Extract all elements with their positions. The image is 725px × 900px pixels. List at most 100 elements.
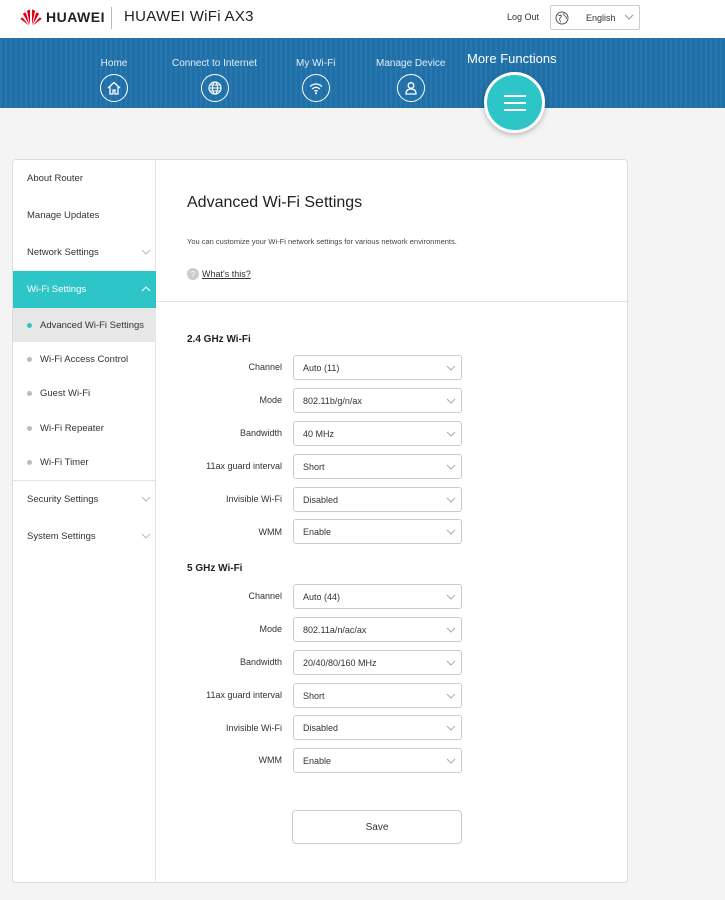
chevron-down-icon	[446, 497, 456, 503]
sidebar-item-label: Manage Updates	[27, 210, 100, 221]
bullet-dot	[27, 357, 32, 362]
label-24-mode: Mode	[259, 395, 282, 405]
select-5-invisible-wifi[interactable]: Disabled	[293, 715, 462, 740]
label-5-channel: Channel	[248, 591, 282, 601]
label-5-wmm: WMM	[258, 755, 283, 765]
sidebar-item-label: About Router	[27, 173, 83, 184]
sidebar-subitem-label: Guest Wi-Fi	[40, 387, 91, 399]
select-value: Disabled	[303, 722, 339, 733]
select-value: Short	[303, 690, 325, 701]
language-select[interactable]: English	[550, 5, 640, 30]
select-5-channel[interactable]: Auto (44)	[293, 584, 462, 609]
sidebar-subitem-label: Wi-Fi Repeater	[40, 422, 104, 434]
nav-device-label: Manage Device	[376, 58, 446, 69]
save-button[interactable]: Save	[292, 810, 462, 844]
sidebar-item-label: Security Settings	[27, 494, 99, 505]
select-value: 40 MHz	[303, 428, 335, 439]
section-title-5ghz: 5 GHz Wi-Fi	[187, 563, 243, 574]
more-functions-button[interactable]	[484, 72, 545, 133]
select-5-wmm[interactable]: Enable	[293, 748, 462, 773]
huawei-logo: HUAWEI	[20, 8, 105, 26]
settings-card: About Router Manage Updates Network Sett…	[12, 159, 628, 883]
nav-connect-internet[interactable]: Connect to Internet	[172, 58, 257, 102]
sidebar-item-about-router[interactable]: About Router	[13, 160, 156, 197]
select-value: Short	[303, 461, 325, 472]
label-5-invisible-wifi: Invisible Wi-Fi	[225, 723, 282, 733]
chevron-down-icon	[446, 627, 456, 633]
sidebar-subitem-advanced-wifi[interactable]: Advanced Wi-Fi Settings	[13, 308, 156, 342]
user-icon	[396, 74, 425, 102]
select-value: 802.11a/n/ac/ax	[303, 624, 367, 635]
main-nav: Home Connect to Internet My Wi-Fi Manage…	[0, 38, 725, 108]
chevron-down-icon	[446, 758, 456, 764]
select-value: Auto (44)	[303, 591, 341, 602]
sidebar-item-manage-updates[interactable]: Manage Updates	[13, 197, 156, 234]
chevron-down-icon	[446, 693, 456, 699]
content-divider	[156, 301, 627, 302]
chevron-up-icon	[141, 286, 151, 292]
sidebar-subitem-wifi-repeater[interactable]: Wi-Fi Repeater	[13, 411, 156, 445]
bullet-dot	[27, 426, 32, 431]
product-name: HUAWEI WiFi AX3	[124, 8, 254, 25]
top-bar: HUAWEI HUAWEI WiFi AX3 Log Out English	[0, 0, 725, 38]
bullet-dot	[27, 460, 32, 465]
label-24-guard-interval: 11ax guard interval	[206, 461, 282, 471]
nav-connect-label: Connect to Internet	[172, 58, 258, 69]
sidebar-subitem-wifi-timer[interactable]: Wi-Fi Timer	[13, 445, 156, 479]
select-value: Disabled	[303, 494, 339, 505]
select-24-bandwidth[interactable]: 40 MHz	[293, 421, 462, 446]
nav-wifi-label: My Wi-Fi	[296, 58, 336, 69]
nav-my-wifi[interactable]: My Wi-Fi	[296, 58, 335, 102]
chevron-down-icon	[446, 431, 456, 437]
sidebar-item-security-settings[interactable]: Security Settings	[13, 481, 156, 518]
sidebar-item-label: System Settings	[27, 531, 96, 542]
chevron-down-icon	[624, 14, 634, 20]
label-24-invisible-wifi: Invisible Wi-Fi	[225, 494, 282, 504]
language-label: English	[586, 12, 616, 23]
select-24-channel[interactable]: Auto (11)	[293, 355, 462, 380]
select-5-guard-interval[interactable]: Short	[293, 683, 462, 708]
select-5-mode[interactable]: 802.11a/n/ac/ax	[293, 617, 462, 642]
chevron-down-icon	[446, 529, 456, 535]
select-value: Enable	[303, 526, 332, 537]
sidebar-subitem-guest-wifi[interactable]: Guest Wi-Fi	[13, 376, 156, 410]
chevron-down-icon	[446, 464, 456, 470]
label-24-bandwidth: Bandwidth	[239, 428, 282, 438]
page-description: You can customize your Wi-Fi network set…	[187, 237, 457, 246]
chevron-down-icon	[446, 660, 456, 666]
chevron-down-icon	[446, 398, 456, 404]
main-content: Advanced Wi-Fi Settings You can customiz…	[156, 160, 627, 882]
label-5-guard-interval: 11ax guard interval	[206, 690, 282, 700]
select-24-invisible-wifi[interactable]: Disabled	[293, 487, 462, 512]
chevron-down-icon	[446, 594, 456, 600]
chevron-down-icon	[141, 496, 151, 502]
chevron-down-icon	[446, 365, 456, 371]
chevron-down-icon	[141, 249, 151, 255]
logout-link[interactable]: Log Out	[507, 12, 539, 22]
huawei-flower-icon	[20, 9, 42, 26]
more-functions-label: More Functions	[467, 51, 557, 66]
sidebar-item-system-settings[interactable]: System Settings	[13, 518, 156, 555]
sidebar-item-label: Network Settings	[27, 247, 99, 258]
nav-manage-device[interactable]: Manage Device	[376, 58, 445, 102]
help-icon: ?	[187, 268, 199, 280]
whats-this-link[interactable]: ? What's this?	[187, 268, 251, 280]
sidebar-subitem-wifi-access-control[interactable]: Wi-Fi Access Control	[13, 342, 156, 376]
sidebar-subitem-label: Wi-Fi Access Control	[40, 353, 129, 365]
sidebar-item-network-settings[interactable]: Network Settings	[13, 234, 156, 271]
select-24-wmm[interactable]: Enable	[293, 519, 462, 544]
sidebar-subitem-label: Advanced Wi-Fi Settings	[40, 319, 145, 331]
select-24-mode[interactable]: 802.11b/g/n/ax	[293, 388, 462, 413]
nav-home[interactable]: Home	[100, 58, 128, 102]
chevron-down-icon	[446, 725, 456, 731]
select-24-guard-interval[interactable]: Short	[293, 454, 462, 479]
sidebar-subitem-label: Wi-Fi Timer	[40, 456, 89, 468]
sidebar-item-wifi-settings[interactable]: Wi-Fi Settings	[13, 271, 156, 308]
internet-globe-icon	[200, 74, 229, 102]
home-icon	[100, 74, 128, 102]
select-value: 802.11b/g/n/ax	[303, 395, 362, 406]
menu-icon	[503, 94, 526, 111]
select-5-bandwidth[interactable]: 20/40/80/160 MHz	[293, 650, 462, 675]
sidebar: About Router Manage Updates Network Sett…	[13, 160, 156, 882]
page-title: Advanced Wi-Fi Settings	[187, 194, 363, 211]
